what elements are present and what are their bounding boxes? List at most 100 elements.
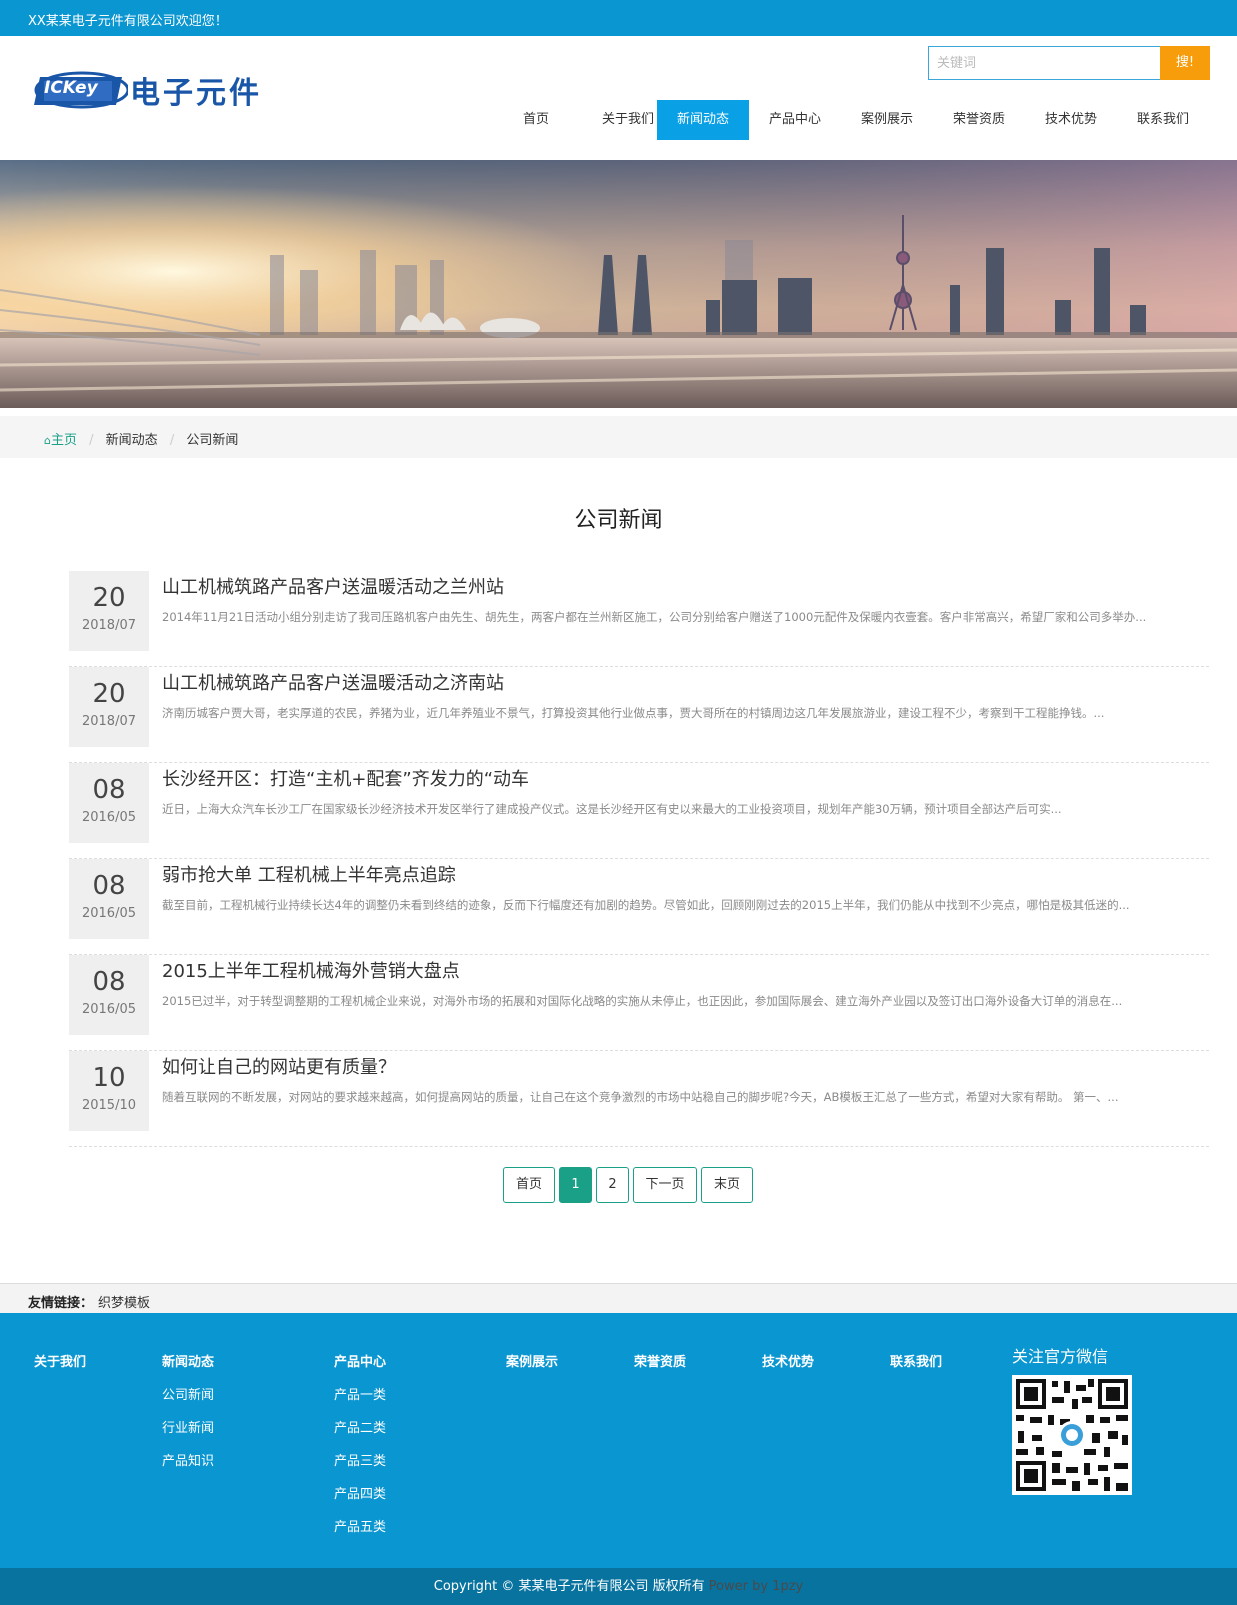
footer-link[interactable]: 产品一类 [334,1384,386,1403]
nav-contact[interactable]: 联系我们 [1117,100,1209,140]
qr-code [1012,1375,1132,1495]
news-summary: 近日，上海大众汽车长沙工厂在国家级长沙经济技术开发区举行了建成投产仪式。这是长沙… [162,802,1062,816]
news-title[interactable]: 弱市抢大单 工程机械上半年亮点追踪 [162,861,456,887]
news-item: 08 2016/05 2015上半年工程机械海外营销大盘点 2015已过半，对于… [69,955,1209,1051]
news-item: 20 2018/07 山工机械筑路产品客户送温暖活动之兰州站 2014年11月2… [69,571,1209,667]
breadcrumb: ⌂主页 / 新闻动态 / 公司新闻 [44,429,238,448]
news-day: 20 [92,583,126,613]
footer-col-cases: 案例展示 [506,1351,558,1384]
power-by-link[interactable]: Power by 1pzy [709,1579,804,1594]
footer-col-about: 关于我们 [34,1351,86,1384]
news-summary: 2014年11月21日活动小组分别走访了我司压路机客户由先生、胡先生，两客户都在… [162,610,1147,624]
news-item: 08 2016/05 长沙经开区：打造“主机+配套”齐发力的“动车 近日，上海大… [69,763,1209,859]
news-title[interactable]: 2015上半年工程机械海外营销大盘点 [162,957,460,983]
nav-news[interactable]: 新闻动态 [657,100,749,140]
city-skyline-illustration [0,160,1237,408]
footer-col-honors: 荣誉资质 [634,1351,686,1384]
breadcrumb-bar: ⌂主页 / 新闻动态 / 公司新闻 [0,416,1237,458]
logo-badge-text: ICKey [44,78,98,98]
footer-heading[interactable]: 新闻动态 [162,1351,214,1370]
breadcrumb-separator: / [169,433,175,448]
nav-honors[interactable]: 荣誉资质 [933,100,1025,140]
nav-home[interactable]: 首页 [490,100,582,140]
friend-links: 友情链接： 织梦模板 [0,1283,1237,1313]
breadcrumb-home[interactable]: 主页 [51,433,77,448]
news-item: 08 2016/05 弱市抢大单 工程机械上半年亮点追踪 截至目前，工程机械行业… [69,859,1209,955]
footer-link[interactable]: 产品二类 [334,1417,386,1436]
news-summary: 济南历城客户贾大哥，老实厚道的农民，养猪为业，近几年养殖业不景气，打算投资其他行… [162,706,1105,720]
page-next[interactable]: 下一页 [633,1167,697,1203]
search-form: 搜! [928,46,1210,80]
news-date: 20 2018/07 [69,667,149,747]
breadcrumb-news[interactable]: 新闻动态 [106,433,158,448]
footer-heading[interactable]: 荣誉资质 [634,1351,686,1370]
wechat-title: 关注官方微信 [1012,1347,1109,1366]
news-summary: 随着互联网的不断发展，对网站的要求越来越高，如何提高网站的质量，让自己在这个竞争… [162,1090,1119,1104]
news-summary: 2015已过半，对于转型调整期的工程机械企业来说，对海外市场的拓展和对国际化战略… [162,994,1123,1008]
news-day: 10 [92,1063,126,1093]
header: ICKey 电子元件 搜! 首页 关于我们 新闻动态 产品中心 案例展示 荣誉资… [0,36,1237,160]
breadcrumb-current: 公司新闻 [186,433,239,448]
footer: 关于我们 新闻动态 公司新闻 行业新闻 产品知识 产品中心 产品一类 产品二类 … [0,1313,1237,1568]
nav-products[interactable]: 产品中心 [749,100,841,140]
news-year-month: 2016/05 [81,810,136,825]
news-date: 08 2016/05 [69,955,149,1035]
footer-link[interactable]: 产品五类 [334,1516,386,1535]
search-button[interactable]: 搜! [1160,46,1210,80]
top-bar: XX某某电子元件有限公司欢迎您！ [0,0,1237,36]
site-logo[interactable]: ICKey 电子元件 [30,64,270,114]
news-year-month: 2015/10 [81,1098,136,1113]
news-day: 08 [92,775,126,805]
news-title[interactable]: 山工机械筑路产品客户送温暖活动之济南站 [162,669,504,695]
news-day: 08 [92,967,126,997]
copyright-bar: Copyright © 某某电子元件有限公司 版权所有 Power by 1pzy [0,1568,1237,1605]
footer-heading[interactable]: 联系我们 [890,1351,942,1370]
copyright-text: Copyright © 某某电子元件有限公司 版权所有 [433,1579,705,1594]
footer-col-contact: 联系我们 [890,1351,942,1384]
footer-link[interactable]: 行业新闻 [162,1417,214,1436]
qr-code-icon [1012,1375,1132,1495]
news-title[interactable]: 山工机械筑路产品客户送温暖活动之兰州站 [162,573,504,599]
news-title[interactable]: 如何让自己的网站更有质量？ [162,1053,396,1079]
news-item: 20 2018/07 山工机械筑路产品客户送温暖活动之济南站 济南历城客户贾大哥… [69,667,1209,763]
friend-link[interactable]: 织梦模板 [98,1292,150,1311]
footer-link[interactable]: 产品知识 [162,1450,214,1469]
news-year-month: 2016/05 [81,906,136,921]
footer-col-news: 新闻动态 公司新闻 行业新闻 产品知识 [162,1351,214,1483]
home-icon: ⌂ [44,434,51,447]
page-1[interactable]: 1 [559,1167,592,1203]
news-item: 10 2015/10 如何让自己的网站更有质量？ 随着互联网的不断发展，对网站的… [69,1051,1209,1147]
footer-heading[interactable]: 技术优势 [762,1351,814,1370]
footer-heading[interactable]: 产品中心 [334,1351,386,1370]
footer-link[interactable]: 产品四类 [334,1483,386,1502]
footer-link[interactable]: 公司新闻 [162,1384,214,1403]
news-date: 08 2016/05 [69,859,149,939]
welcome-text: XX某某电子元件有限公司欢迎您！ [28,14,228,29]
news-year-month: 2018/07 [81,714,136,729]
news-day: 08 [92,871,126,901]
page-title: 公司新闻 [574,508,663,533]
wechat-block: 关注官方微信 [1012,1343,1132,1495]
news-day: 20 [92,679,126,709]
news-title[interactable]: 长沙经开区：打造“主机+配套”齐发力的“动车 [162,765,529,791]
footer-col-products: 产品中心 产品一类 产品二类 产品三类 产品四类 产品五类 [334,1351,386,1549]
logo-text: 电子元件 [130,76,262,111]
nav-cases[interactable]: 案例展示 [841,100,933,140]
footer-heading[interactable]: 关于我们 [34,1351,86,1370]
friend-links-label: 友情链接： [28,1296,94,1311]
page-2[interactable]: 2 [596,1167,629,1203]
footer-heading[interactable]: 案例展示 [506,1351,558,1370]
news-date: 08 2016/05 [69,763,149,843]
news-summary: 截至目前，工程机械行业持续长达4年的调整仍未看到终结的迹象，反而下行幅度还有加剧… [162,898,1130,912]
footer-col-tech: 技术优势 [762,1351,814,1384]
footer-link[interactable]: 产品三类 [334,1450,386,1469]
nav-tech[interactable]: 技术优势 [1025,100,1117,140]
banner-image [0,160,1237,408]
page-first[interactable]: 首页 [503,1167,555,1203]
news-year-month: 2018/07 [81,618,136,633]
news-year-month: 2016/05 [81,1002,136,1017]
news-date: 20 2018/07 [69,571,149,651]
page-last[interactable]: 末页 [701,1167,753,1203]
news-date: 10 2015/10 [69,1051,149,1131]
search-input[interactable] [928,46,1160,80]
